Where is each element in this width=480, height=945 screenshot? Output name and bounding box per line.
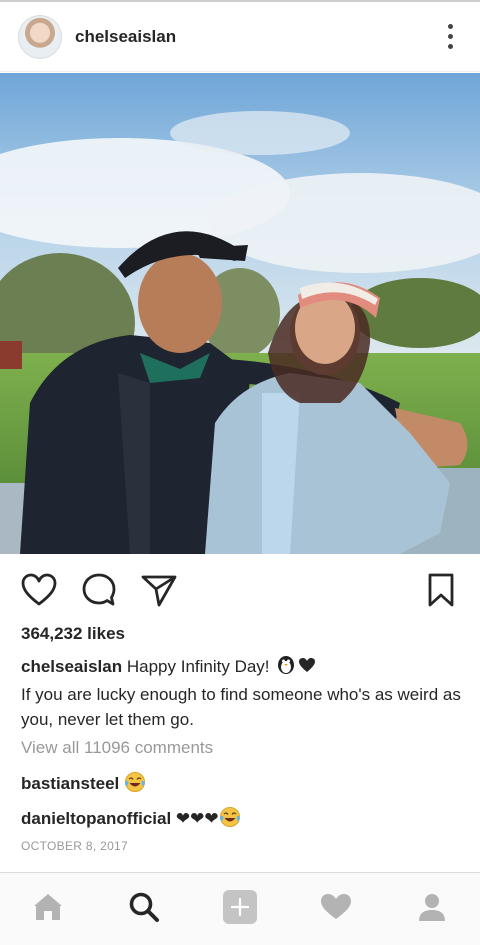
post-date: OCTOBER 8, 2017 bbox=[21, 839, 128, 853]
comment-item: danieltopanofficial ❤❤❤ bbox=[21, 806, 241, 833]
caption-username[interactable]: chelseaislan bbox=[21, 657, 122, 676]
heart-filled-icon bbox=[320, 893, 352, 926]
tab-add[interactable] bbox=[192, 873, 288, 945]
tab-activity[interactable] bbox=[288, 873, 384, 945]
caption-text-line1: Happy Infinity Day! bbox=[126, 656, 275, 676]
caption-text-line2: If you are lucky enough to find someone … bbox=[21, 685, 461, 729]
post-username[interactable]: chelseaislan bbox=[75, 27, 176, 47]
penguin-emoji-icon bbox=[274, 653, 298, 682]
tab-profile[interactable] bbox=[384, 873, 480, 945]
home-icon bbox=[32, 892, 64, 927]
comment-username[interactable]: danieltopanofficial bbox=[21, 809, 171, 828]
more-vertical-icon[interactable] bbox=[438, 22, 462, 52]
paper-plane-icon[interactable] bbox=[139, 570, 179, 610]
bottom-tab-bar bbox=[0, 873, 480, 945]
tears-of-joy-emoji-icon bbox=[124, 771, 146, 798]
likes-count[interactable]: 364,232 likes bbox=[21, 624, 125, 644]
comment-bubble-icon[interactable] bbox=[79, 570, 119, 610]
view-all-comments-link[interactable]: View all 11096 comments bbox=[21, 738, 213, 758]
tab-search[interactable] bbox=[96, 873, 192, 945]
post-header: chelseaislan bbox=[0, 2, 480, 72]
search-icon bbox=[128, 891, 160, 928]
add-post-icon bbox=[222, 889, 258, 930]
heart-emoji-icon bbox=[298, 655, 316, 680]
heart-outline-icon[interactable] bbox=[19, 570, 59, 610]
profile-icon bbox=[417, 892, 447, 927]
avatar[interactable] bbox=[18, 14, 62, 59]
comment-text: ❤❤❤ bbox=[175, 808, 219, 828]
tab-home[interactable] bbox=[0, 873, 96, 945]
comment-item: bastiansteel bbox=[21, 771, 146, 798]
action-bar bbox=[0, 564, 480, 616]
bookmark-icon[interactable] bbox=[421, 570, 461, 610]
tears-of-joy-emoji-icon bbox=[219, 806, 241, 833]
comment-username[interactable]: bastiansteel bbox=[21, 774, 119, 793]
post-photo[interactable] bbox=[0, 73, 480, 554]
caption: chelseaislan Happy Infinity Day! If you … bbox=[21, 653, 461, 732]
